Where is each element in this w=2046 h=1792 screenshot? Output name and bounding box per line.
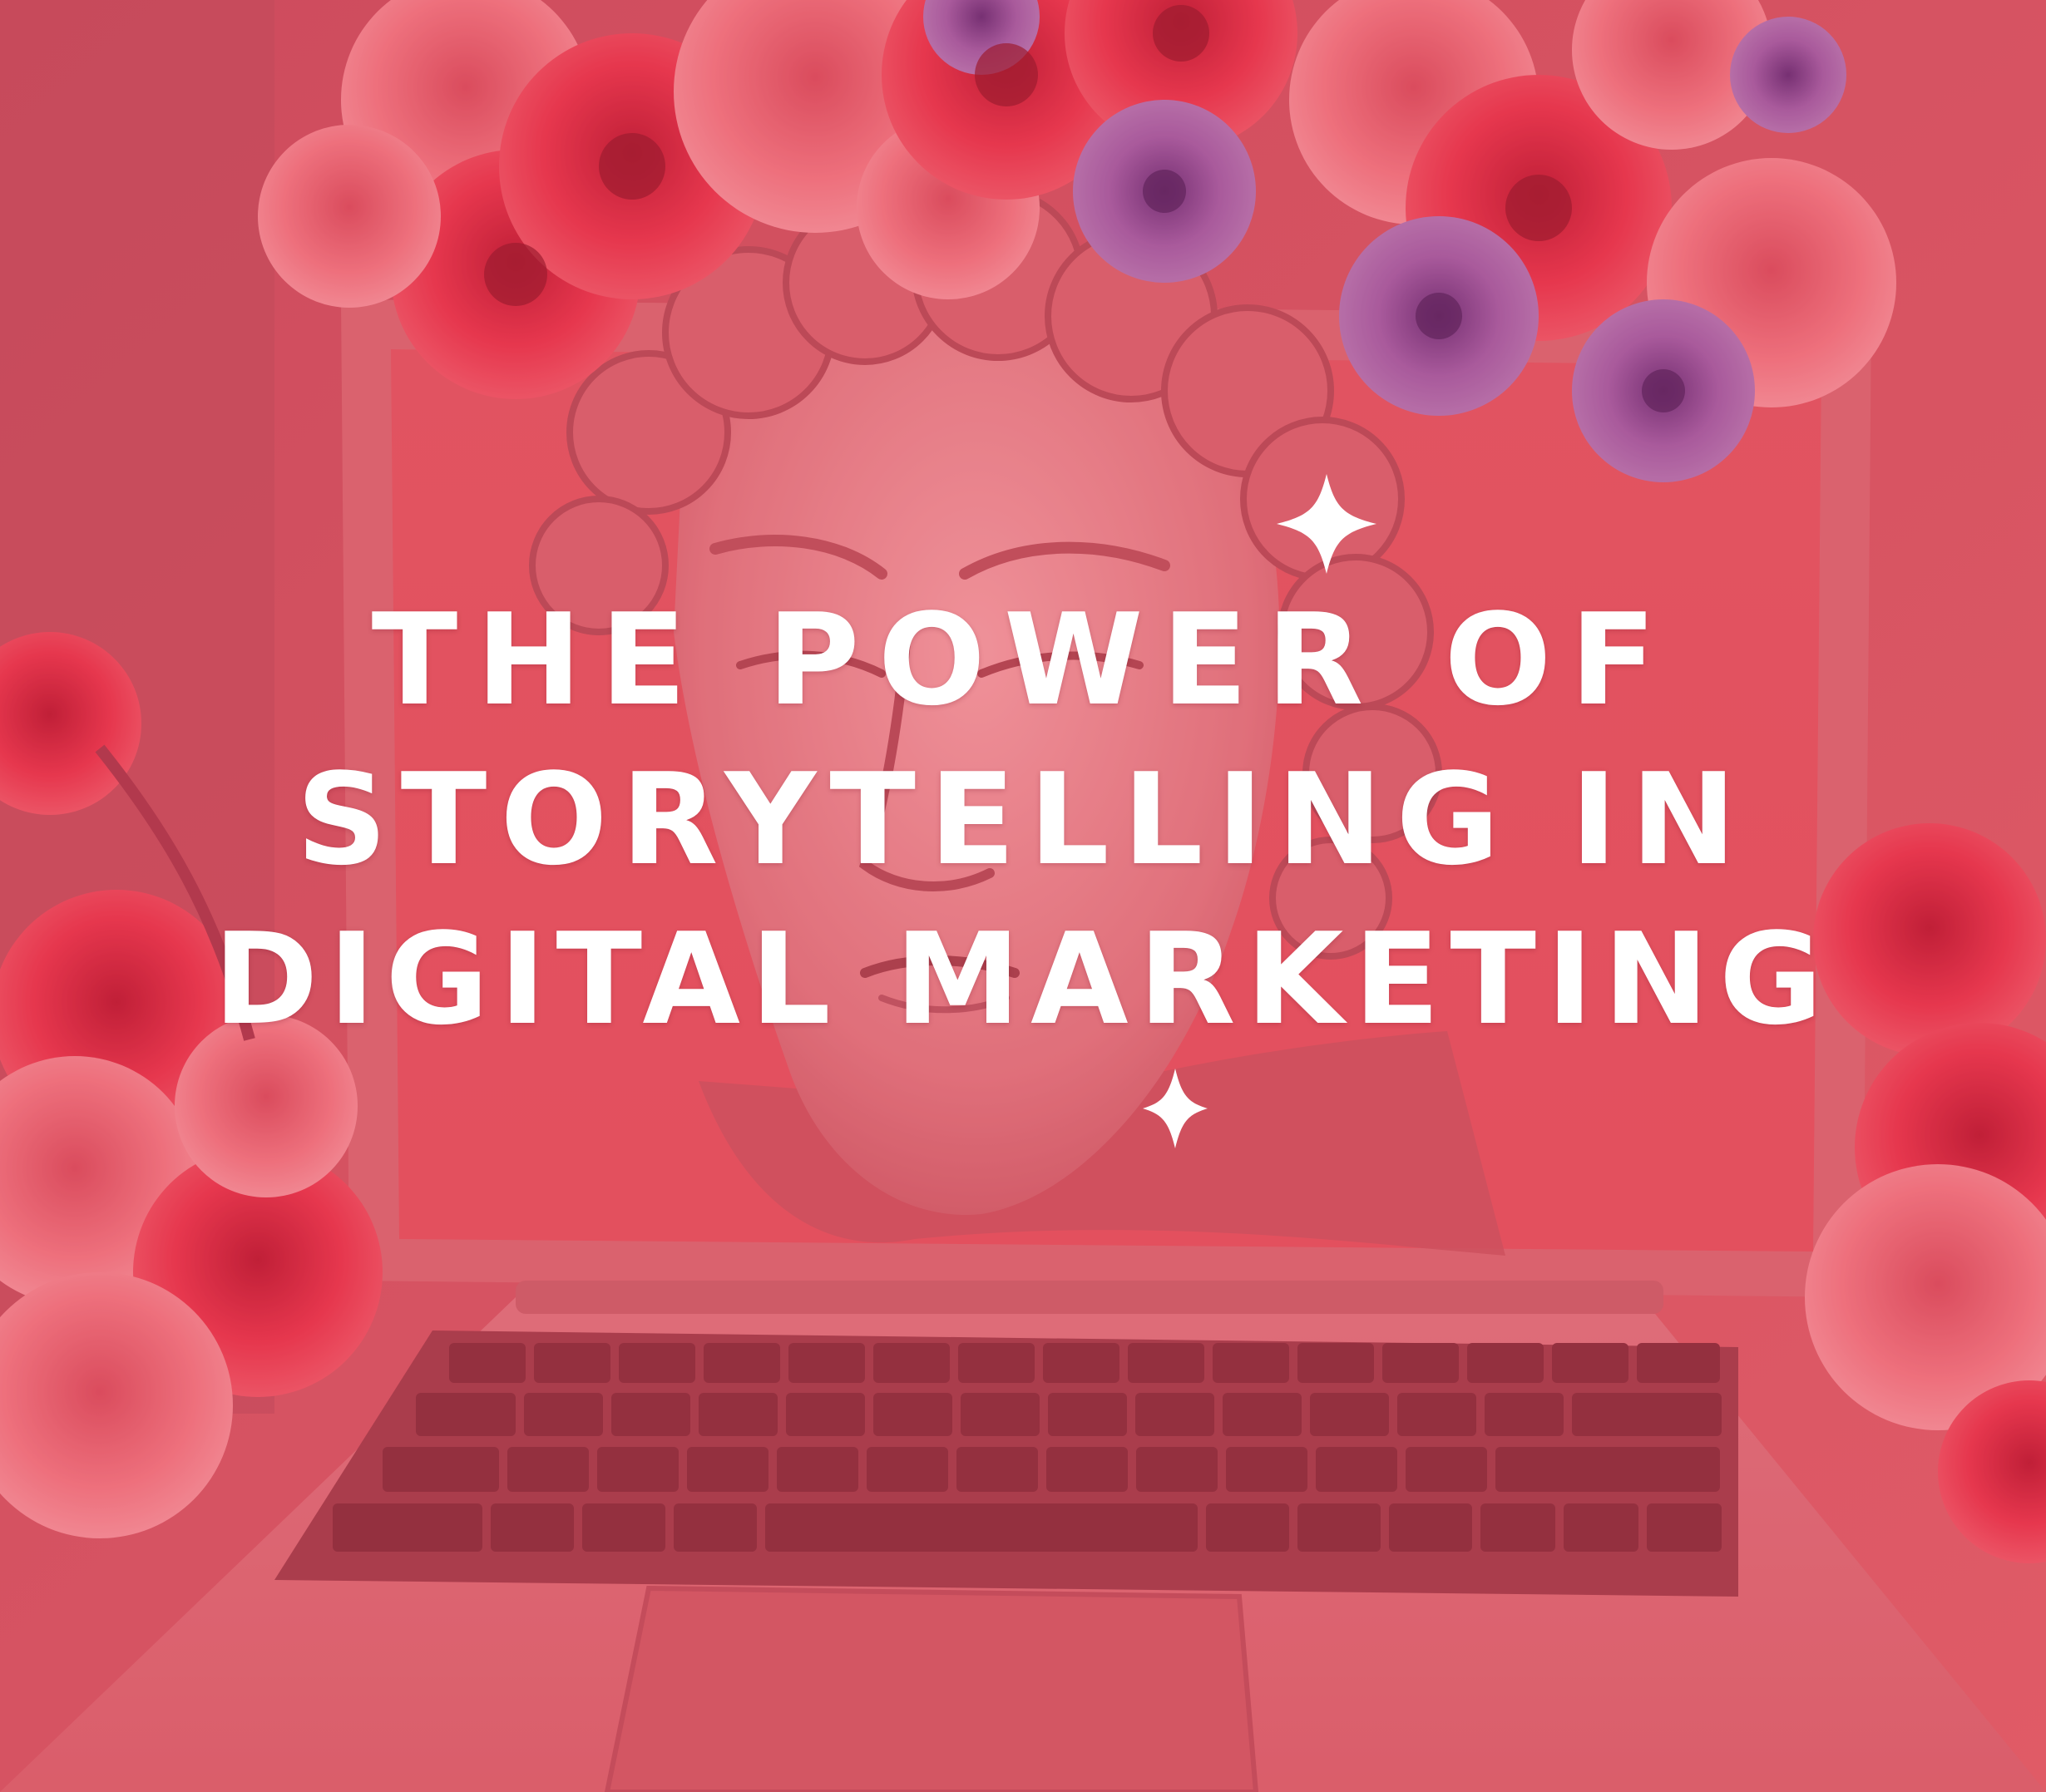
headline-line-1: THE POWER OF [371,586,1675,733]
headline-line-2: STORYTELLING IN [296,746,1750,893]
laptop-statue-photo [0,0,2046,1792]
poster: THE POWER OF STORYTELLING IN DIGITAL MAR… [0,0,2046,1792]
headline-line-3: DIGITAL MARKETING [213,906,1833,1053]
